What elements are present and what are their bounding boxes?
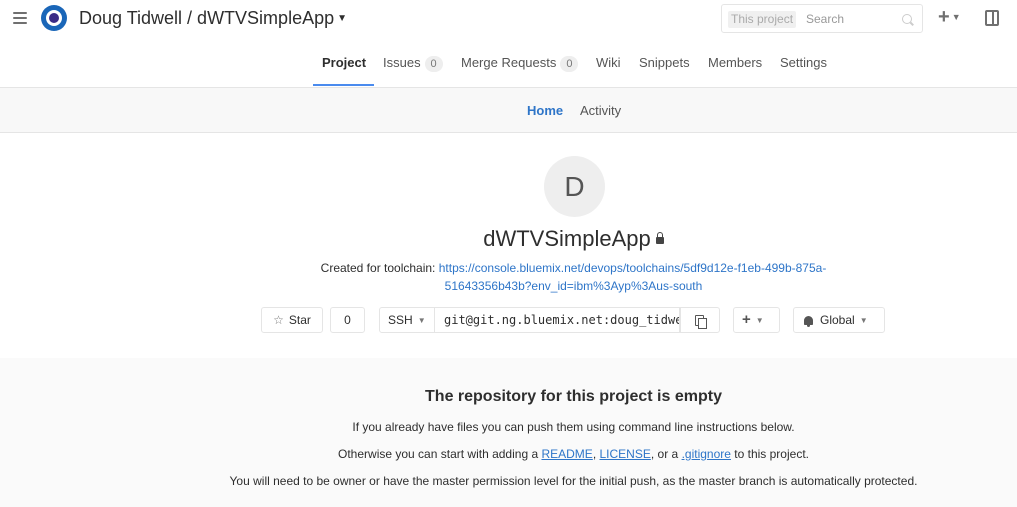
tab-snippets[interactable]: Snippets [639,55,690,70]
tab-members[interactable]: Members [708,55,762,70]
search-box[interactable]: This project [721,4,923,33]
add-to-repo-dropdown[interactable]: + ▼ [733,307,780,333]
gitignore-link[interactable]: .gitignore [682,447,731,461]
project-sub-nav: Home Activity [0,88,1017,133]
subtab-activity[interactable]: Activity [580,103,621,118]
empty-repo-line2: Otherwise you can start with adding a RE… [0,447,1017,461]
description-prefix: Created for toolchain: [320,261,436,275]
project-nav-tabs: Project Issues 0 Merge Requests 0 Wiki Sni… [0,38,1017,88]
line2-suffix: to this project. [734,447,809,461]
tab-issues-label: Issues [383,55,421,70]
new-item-dropdown[interactable]: + ▼ [938,6,961,28]
project-avatar: D [544,156,605,217]
star-count[interactable]: 0 [330,307,365,333]
star-label: Star [288,313,311,327]
clone-url-field[interactable] [435,307,680,333]
active-tab-indicator [313,84,374,86]
app-logo[interactable] [41,5,67,31]
star-button[interactable]: ☆ Star [261,307,323,333]
search-input[interactable] [806,10,896,28]
tab-issues[interactable]: Issues 0 [383,55,443,72]
sidebar-toggle-icon[interactable] [985,10,999,26]
project-path-title[interactable]: Doug Tidwell / dWTVSimpleApp ▼ [79,8,347,29]
chevron-down-icon: ▼ [859,316,868,325]
tab-merge-requests-label: Merge Requests [461,55,557,70]
star-icon: ☆ [273,313,284,327]
plus-icon: + [938,6,950,28]
tab-wiki[interactable]: Wiki [596,55,621,70]
bell-icon [804,316,813,327]
project-name-heading: dWTVSimpleApp [0,226,1017,252]
search-scope-badge: This project [728,11,797,28]
license-link[interactable]: LICENSE [600,447,651,461]
hamburger-menu-icon[interactable] [13,12,27,24]
empty-repo-line1: If you already have files you can push t… [352,420,795,434]
chevron-down-icon[interactable]: ▼ [337,13,347,24]
protocol-label: SSH [388,313,413,327]
empty-repo-title: The repository for this project is empty [425,388,722,405]
readme-link[interactable]: README [541,447,592,461]
tab-project[interactable]: Project [322,55,366,70]
empty-repo-section: The repository for this project is empty… [0,358,1017,507]
line2-sep2: , or a [650,447,679,461]
line2-sep1: , [592,447,597,461]
issues-count-badge: 0 [424,56,443,72]
merge-requests-count-badge: 0 [560,56,579,72]
plus-icon: + [742,311,751,328]
lock-icon [655,232,664,244]
tab-settings[interactable]: Settings [780,55,827,70]
chevron-down-icon: ▼ [755,316,764,325]
chevron-down-icon: ▼ [951,12,961,22]
project-name: dWTVSimpleApp [483,226,651,251]
notification-level-dropdown[interactable]: Global ▼ [793,307,885,333]
clipboard-icon [695,315,707,329]
clone-protocol-select[interactable]: SSH ▼ [379,307,435,333]
subtab-home[interactable]: Home [527,103,563,118]
copy-url-button[interactable] [680,307,720,333]
search-icon [902,14,912,24]
chevron-down-icon: ▼ [417,316,426,325]
notification-level-label: Global [820,313,855,327]
top-header: Doug Tidwell / dWTVSimpleApp ▼ This proje… [0,0,1017,38]
project-description: Created for toolchain: https://console.b… [0,259,1017,295]
project-path-text[interactable]: Doug Tidwell / dWTVSimpleApp [79,8,334,28]
toolchain-url-line1[interactable]: https://console.bluemix.net/devops/toolc… [439,261,827,275]
toolchain-url-line2[interactable]: 51643356b43b?env_id=ibm%3Ayp%3Aus-south [445,279,703,293]
line2-prefix: Otherwise you can start with adding a [338,447,539,461]
empty-repo-line3: You will need to be owner or have the ma… [229,474,918,488]
toolchain-link[interactable]: https://console.bluemix.net/devops/toolc… [439,261,827,293]
tab-merge-requests[interactable]: Merge Requests 0 [461,55,579,72]
